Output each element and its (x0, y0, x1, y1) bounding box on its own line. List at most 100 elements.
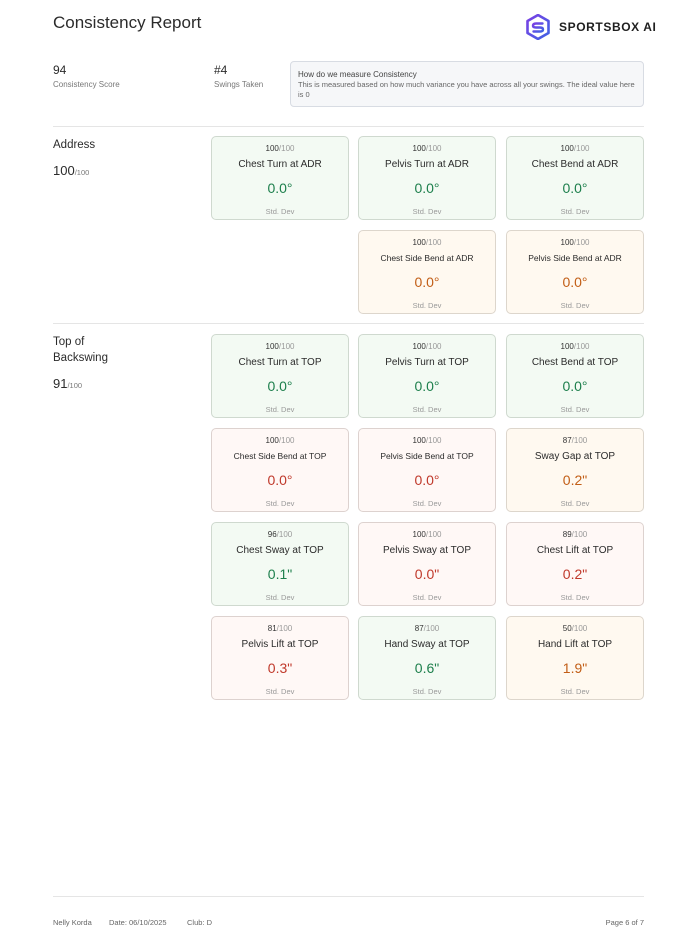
metric-card-hand-lift-at-top: 50/100 Hand Lift at TOP 1.9" Std. Dev (506, 616, 644, 700)
metric-card-pelvis-side-bend-at-top: 100/100 Pelvis Side Bend at TOP 0.0° Std. D… (358, 428, 496, 512)
metric-name: Chest Turn at TOP (238, 357, 322, 368)
metric-value: 0.0° (562, 180, 588, 196)
metric-unit: Std. Dev (560, 405, 590, 414)
footer-page: Page 6 of 7 (605, 918, 644, 927)
metric-name: Pelvis Side Bend at ADR (528, 253, 622, 263)
metric-score-value: 100 (265, 342, 279, 351)
metric-unit: Std. Dev (560, 499, 590, 508)
metric-unit: Std. Dev (265, 687, 295, 696)
metric-score: 50/100 (507, 624, 643, 633)
metric-name: Hand Lift at TOP (537, 639, 613, 650)
footer-date: Date: 06/10/2025 (109, 918, 167, 927)
section-title-address: Address (53, 139, 96, 151)
metric-card-chest-turn-at-adr: 100/100 Chest Turn at ADR 0.0° Std. Dev (211, 136, 349, 220)
metric-value: 0.1" (267, 566, 293, 582)
metric-score-value: 100 (412, 144, 426, 153)
metric-card-chest-bend-at-top: 100/100 Chest Bend at TOP 0.0° Std. Dev (506, 334, 644, 418)
metric-score-value: 100 (560, 238, 574, 247)
metric-score-max: /100 (571, 624, 588, 633)
metric-score: 87/100 (359, 624, 495, 633)
metric-name: Chest Lift at TOP (536, 545, 614, 556)
metric-score: 100/100 (212, 144, 348, 153)
info-title: How do we measure Consistency (298, 70, 417, 79)
metric-unit: Std. Dev (265, 405, 295, 414)
metric-score: 100/100 (212, 342, 348, 351)
metric-score-value: 50 (562, 624, 572, 633)
metric-name: Chest Side Bend at TOP (233, 451, 327, 461)
metric-score-max: /100 (276, 530, 293, 539)
footer-club: Club: D (187, 918, 213, 927)
metric-score: 100/100 (359, 238, 495, 247)
metric-card-pelvis-lift-at-top: 81/100 Pelvis Lift at TOP 0.3" Std. Dev (211, 616, 349, 700)
section-title-line: Top of (53, 336, 85, 348)
brand-logo: SPORTSBOX AI (526, 14, 656, 40)
metric-score-max: /100 (425, 530, 442, 539)
metric-card-chest-lift-at-top: 89/100 Chest Lift at TOP 0.2" Std. Dev (506, 522, 644, 606)
metric-score: 81/100 (212, 624, 348, 633)
metric-name: Pelvis Turn at ADR (385, 159, 469, 170)
metric-score-max: /100 (425, 144, 442, 153)
metric-score: 100/100 (212, 436, 348, 445)
metric-score-max: /100 (573, 342, 590, 351)
metric-unit: Std. Dev (560, 301, 590, 310)
metric-value: 0.0° (267, 472, 293, 488)
metric-name: Pelvis Side Bend at TOP (380, 451, 474, 461)
metric-card-chest-bend-at-adr: 100/100 Chest Bend at ADR 0.0° Std. Dev (506, 136, 644, 220)
metric-value: 0.0° (267, 180, 293, 196)
metric-score-value: 100 (560, 342, 574, 351)
metric-score-max: /100 (425, 238, 442, 247)
metric-score-value: 100 (265, 144, 279, 153)
metric-score-value: 87 (414, 624, 424, 633)
consistency-score-stat: 94 Consistency Score (53, 63, 120, 89)
metric-score-value: 100 (560, 144, 574, 153)
metric-card-pelvis-turn-at-top: 100/100 Pelvis Turn at TOP 0.0° Std. Dev (358, 334, 496, 418)
metric-unit: Std. Dev (265, 207, 295, 216)
metric-value: 0.0° (414, 378, 440, 394)
consistency-score-label: Consistency Score (53, 80, 120, 89)
metric-score: 96/100 (212, 530, 348, 539)
metric-value: 0.0° (562, 378, 588, 394)
metric-score-max: /100 (571, 436, 588, 445)
metric-unit: Std. Dev (265, 499, 295, 508)
metric-score-value: 81 (267, 624, 277, 633)
footer-player: Nelly Korda (53, 918, 92, 927)
metric-value: 0.2" (562, 566, 588, 582)
page-title: Consistency Report (53, 13, 202, 32)
metric-score-max: /100 (425, 342, 442, 351)
metric-name: Chest Bend at ADR (531, 159, 619, 170)
metric-unit: Std. Dev (412, 499, 442, 508)
metric-value: 0.0° (414, 180, 440, 196)
metric-score-max: /100 (425, 436, 442, 445)
metric-card-pelvis-side-bend-at-adr: 100/100 Pelvis Side Bend at ADR 0.0° Std. D… (506, 230, 644, 314)
footer-divider (53, 896, 644, 897)
brand-name: SPORTSBOX AI (559, 20, 657, 34)
swings-taken-value: #4 (214, 63, 228, 77)
metric-score: 100/100 (359, 530, 495, 539)
metric-card-pelvis-sway-at-top: 100/100 Pelvis Sway at TOP 0.0" Std. Dev (358, 522, 496, 606)
metric-score-max: /100 (278, 436, 295, 445)
info-body: This is measured based on how much varia… (298, 80, 635, 99)
metric-card-chest-side-bend-at-adr: 100/100 Chest Side Bend at ADR 0.0° Std. De… (358, 230, 496, 314)
metric-score: 100/100 (359, 436, 495, 445)
section-divider (53, 323, 644, 324)
metric-name: Chest Bend at TOP (531, 357, 619, 368)
metric-value: 0.6" (414, 660, 440, 676)
metric-unit: Std. Dev (412, 405, 442, 414)
metric-card-hand-sway-at-top: 87/100 Hand Sway at TOP 0.6" Std. Dev (358, 616, 496, 700)
metric-card-sway-gap-at-top: 87/100 Sway Gap at TOP 0.2" Std. Dev (506, 428, 644, 512)
consistency-score-value: 94 (53, 63, 67, 77)
metric-score-max: /100 (423, 624, 440, 633)
metric-score: 89/100 (507, 530, 643, 539)
section-title-top: Top of Backswing (53, 334, 108, 366)
metric-unit: Std. Dev (412, 301, 442, 310)
metric-score-value: 89 (562, 530, 572, 539)
swings-taken-stat: #4 Swings Taken (214, 63, 263, 89)
metric-score-value: 100 (412, 238, 426, 247)
section-score-address: 100/100 (53, 162, 89, 180)
metric-unit: Std. Dev (560, 593, 590, 602)
metric-value: 0.0" (414, 566, 440, 582)
metric-score: 100/100 (359, 342, 495, 351)
metric-card-chest-sway-at-top: 96/100 Chest Sway at TOP 0.1" Std. Dev (211, 522, 349, 606)
metric-card-pelvis-turn-at-adr: 100/100 Pelvis Turn at ADR 0.0° Std. Dev (358, 136, 496, 220)
metric-score-value: 100 (412, 436, 426, 445)
